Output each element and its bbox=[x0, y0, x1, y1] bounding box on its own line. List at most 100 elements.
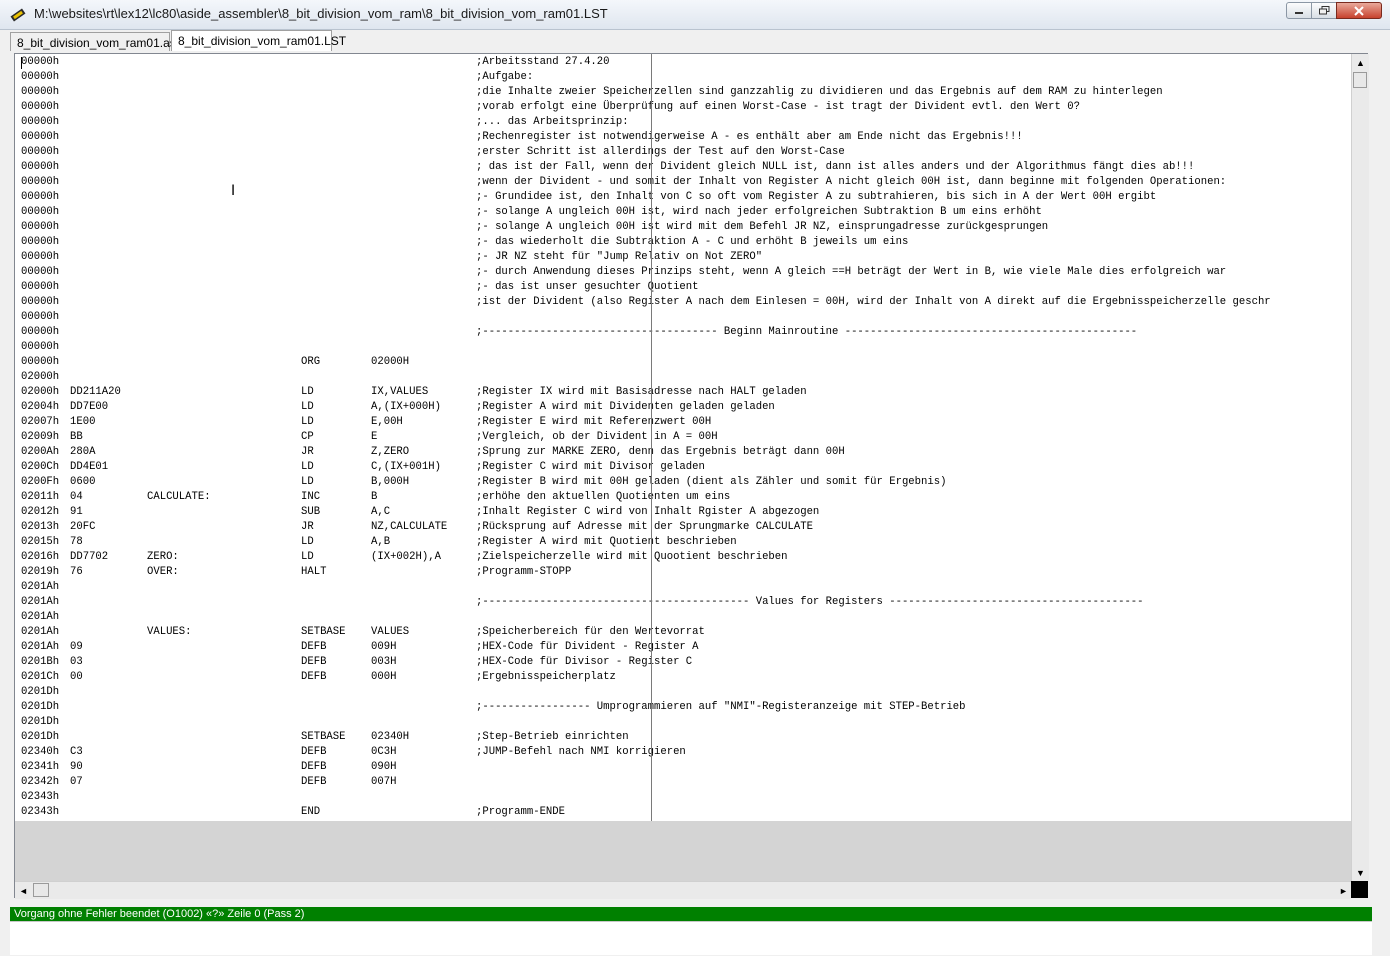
tab-asm[interactable]: 8_bit_division_vom_ram01.asm bbox=[10, 32, 186, 51]
line-mnemonic: DEFB bbox=[301, 761, 327, 773]
line-comment: ;vorab erfolgt eine Überprüfung auf eine… bbox=[476, 101, 1080, 113]
line-address: 02007h bbox=[21, 416, 60, 428]
line-address: 02000h bbox=[21, 371, 60, 383]
line-comment: ;------------------------------------- B… bbox=[476, 326, 1138, 338]
line-operand: (IX+002H),A bbox=[371, 551, 441, 563]
listing-line: 00000h ;- durch Anwendung dieses Prinzips… bbox=[15, 265, 1351, 280]
status-bar: Vorgang ohne Fehler beendet (O1002) «?» … bbox=[10, 907, 1372, 921]
line-operand: 0C3H bbox=[371, 746, 397, 758]
scroll-up-button[interactable]: ▲ bbox=[1352, 54, 1369, 71]
line-mnemonic: ORG bbox=[301, 356, 321, 368]
line-address: 02340h bbox=[21, 746, 60, 758]
line-address: 00000h bbox=[21, 146, 60, 158]
line-mnemonic: JR bbox=[301, 521, 314, 533]
line-address: 0200Ch bbox=[21, 461, 60, 473]
line-comment: ;... das Arbeitsprinzip: bbox=[476, 116, 629, 128]
vertical-scrollbar[interactable]: ▲ ▼ bbox=[1351, 54, 1369, 882]
scroll-right-button[interactable]: ► bbox=[1335, 882, 1352, 899]
line-machine-code: 1E00 bbox=[70, 416, 96, 428]
line-machine-code: 03 bbox=[70, 656, 83, 668]
listing-line: 02004h DD7E00 LD A,(IX+000H) ;Register A wir… bbox=[15, 400, 1351, 415]
line-comment: ;Inhalt Register C wird von Inhalt Rgist… bbox=[476, 506, 820, 518]
horizontal-scroll-thumb[interactable] bbox=[33, 883, 49, 897]
listing-line: 00000h ;- JR NZ steht für "Jump Relativ o… bbox=[15, 250, 1351, 265]
line-operand: 02340H bbox=[371, 731, 410, 743]
tab-bar: 8_bit_division_vom_ram01.asm 8_bit_divis… bbox=[10, 29, 1380, 51]
listing-editor[interactable]: 02343h END ;Programm-ENDE 02343h 02342h 07 DEF… bbox=[14, 53, 1369, 899]
listing-line: 02000h DD211A20 LD IX,VALUES ;Register IX wi… bbox=[15, 385, 1351, 400]
line-machine-code: DD211A20 bbox=[70, 386, 121, 398]
listing-line: 00000h ;ist der Divident (also Register A… bbox=[15, 295, 1351, 310]
line-address: 0201Bh bbox=[21, 656, 60, 668]
line-mnemonic: HALT bbox=[301, 566, 327, 578]
line-mnemonic: DEFB bbox=[301, 656, 327, 668]
line-address: 02019h bbox=[21, 566, 60, 578]
listing-line: 0201Dh bbox=[15, 685, 1351, 700]
line-address: 00000h bbox=[21, 206, 60, 218]
line-comment: ;- das ist unser gesuchter Quotient bbox=[476, 281, 699, 293]
line-address: 0201Ch bbox=[21, 671, 60, 683]
line-address: 00000h bbox=[21, 236, 60, 248]
line-address: 00000h bbox=[21, 356, 60, 368]
line-address: 00000h bbox=[21, 101, 60, 113]
listing-line: 02016h DD7702 ZERO: LD (IX+002H),A ;Zielspeic… bbox=[15, 550, 1351, 565]
listing-line: 00000h ;- Grundidee ist, den Inhalt von C… bbox=[15, 190, 1351, 205]
minimize-icon bbox=[1295, 11, 1303, 14]
listing-line: 0201Bh 03 DEFB 003H ;HEX-Code für Divisor - … bbox=[15, 655, 1351, 670]
listing-line: 0200Ah 280A JR Z,ZERO ;Sprung zur MARKE ZERO… bbox=[15, 445, 1351, 460]
listing-line: 00000h ; das ist der Fall, wenn der Divid… bbox=[15, 160, 1351, 175]
line-machine-code: C3 bbox=[70, 746, 83, 758]
line-label: VALUES: bbox=[147, 626, 192, 638]
line-operand: 02000H bbox=[371, 356, 410, 368]
line-operand: 007H bbox=[371, 776, 397, 788]
line-address: 0201Ah bbox=[21, 611, 60, 623]
window-title: M:\websites\rt\lex12\lc80\aside_assemble… bbox=[34, 6, 608, 21]
listing-line: 02019h 76 OVER: HALT ;Programm-STOPP bbox=[15, 565, 1351, 580]
line-machine-code: DD7702 bbox=[70, 551, 109, 563]
line-comment: ;Programm-STOPP bbox=[476, 566, 572, 578]
line-address: 00000h bbox=[21, 311, 60, 323]
line-comment: ;Step-Betrieb einrichten bbox=[476, 731, 629, 743]
line-machine-code: 90 bbox=[70, 761, 83, 773]
line-mnemonic: DEFB bbox=[301, 746, 327, 758]
listing-line: 00000h bbox=[15, 310, 1351, 325]
line-address: 0201Dh bbox=[21, 716, 60, 728]
line-comment: ;Register IX wird mit Basisadresse nach … bbox=[476, 386, 807, 398]
line-mnemonic: SETBASE bbox=[301, 731, 346, 743]
listing-line: 02013h 20FC JR NZ,CALCULATE ;Rücksprung auf … bbox=[15, 520, 1351, 535]
close-button[interactable] bbox=[1336, 2, 1382, 19]
line-mnemonic: LD bbox=[301, 386, 314, 398]
line-address: 0201Dh bbox=[21, 686, 60, 698]
listing-line: 00000h ;Arbeitsstand 27.4.20 bbox=[15, 55, 1351, 70]
line-mnemonic: LD bbox=[301, 476, 314, 488]
listing-line: 0200Fh 0600 LD B,000H ;Register B wird mit 0… bbox=[15, 475, 1351, 490]
line-comment: ;----------------- Umprogrammieren auf "… bbox=[476, 701, 966, 713]
line-comment: ;Aufgabe: bbox=[476, 71, 534, 83]
line-comment: ;Sprung zur MARKE ZERO, denn das Ergebni… bbox=[476, 446, 845, 458]
line-machine-code: 09 bbox=[70, 641, 83, 653]
line-address: 0201Ah bbox=[21, 641, 60, 653]
vertical-scroll-thumb[interactable] bbox=[1353, 72, 1367, 88]
line-address: 0200Ah bbox=[21, 446, 60, 458]
line-mnemonic: JR bbox=[301, 446, 314, 458]
line-comment: ;Speicherbereich für den Wertevorrat bbox=[476, 626, 705, 638]
listing-line: 02000h bbox=[15, 370, 1351, 385]
horizontal-scrollbar[interactable]: ◄ ► bbox=[15, 881, 1351, 899]
minimize-button[interactable] bbox=[1286, 2, 1312, 19]
line-operand: 090H bbox=[371, 761, 397, 773]
scroll-left-button[interactable]: ◄ bbox=[15, 882, 32, 899]
line-address: 00000h bbox=[21, 56, 60, 68]
line-address: 00000h bbox=[21, 266, 60, 278]
output-panel[interactable] bbox=[10, 921, 1372, 955]
line-machine-code: 04 bbox=[70, 491, 83, 503]
maximize-button[interactable] bbox=[1311, 2, 1337, 19]
line-operand: E bbox=[371, 431, 378, 443]
line-operand: B bbox=[371, 491, 378, 503]
line-operand: B,000H bbox=[371, 476, 410, 488]
listing-line: 02340h C3 DEFB 0C3H ;JUMP-Befehl nach NMI ko… bbox=[15, 745, 1351, 760]
line-comment: ;- Grundidee ist, den Inhalt von C so of… bbox=[476, 191, 1157, 203]
tab-lst[interactable]: 8_bit_division_vom_ram01.LST bbox=[171, 30, 346, 51]
line-address: 00000h bbox=[21, 86, 60, 98]
scroll-down-button[interactable]: ▼ bbox=[1352, 864, 1369, 881]
code-area[interactable]: 02343h END ;Programm-ENDE 02343h 02342h 07 DEF… bbox=[15, 54, 1351, 821]
